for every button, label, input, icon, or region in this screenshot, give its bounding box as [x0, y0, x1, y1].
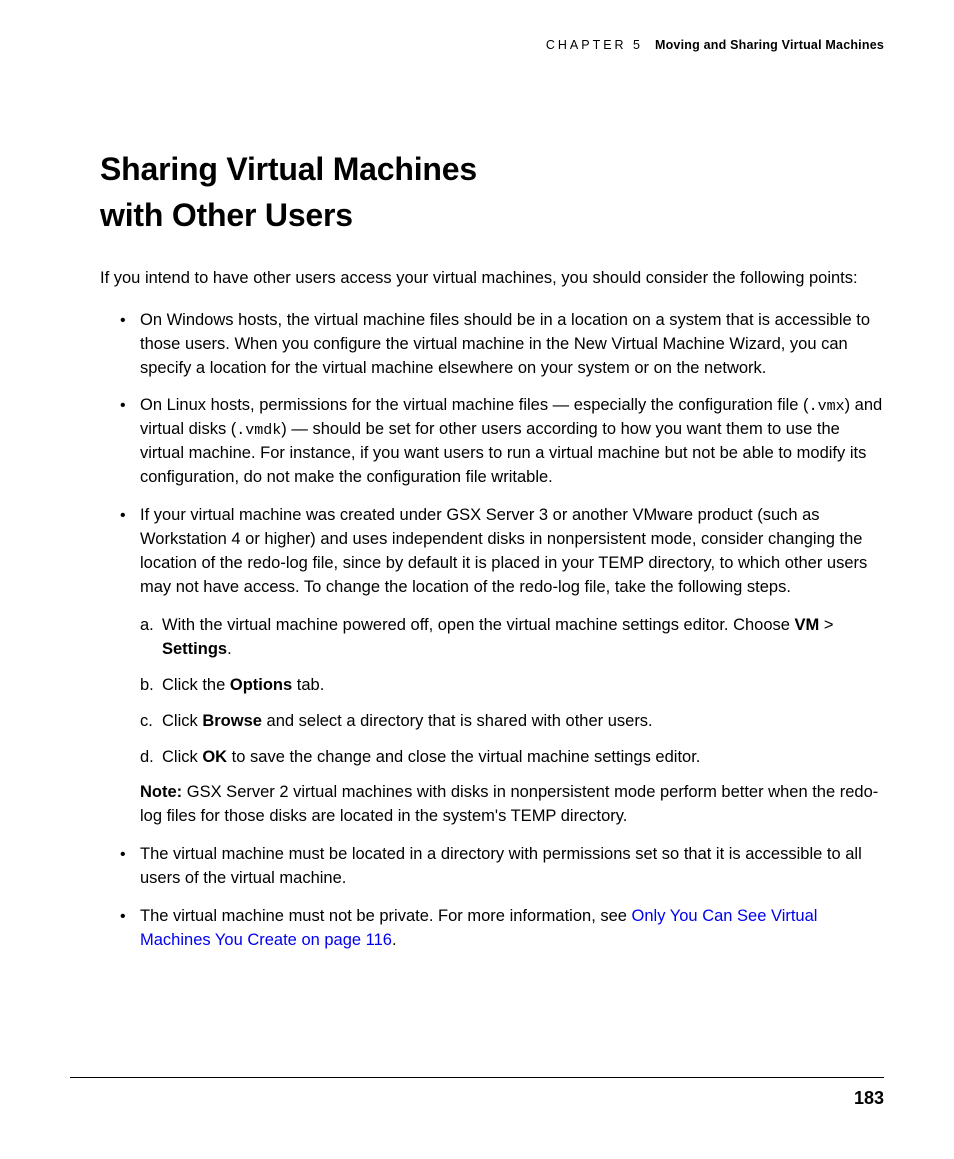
page-header: CHAPTER 5 Moving and Sharing Virtual Mac…: [0, 38, 954, 52]
note-text: GSX Server 2 virtual machines with disks…: [140, 783, 878, 825]
bullet-text-pre: On Linux hosts, permissions for the virt…: [140, 396, 809, 414]
list-item: If your virtual machine was created unde…: [140, 504, 884, 829]
list-item: The virtual machine must be located in a…: [140, 843, 884, 891]
chapter-label: CHAPTER 5: [546, 38, 643, 52]
substep-item: a. With the virtual machine powered off,…: [140, 614, 884, 662]
bullet-text-pre: The virtual machine must not be private.…: [140, 907, 632, 925]
step-text-post: tab.: [292, 676, 324, 694]
code-text: .vmx: [809, 398, 845, 415]
heading-line-2: with Other Users: [100, 197, 353, 233]
bullet-text: On Windows hosts, the virtual machine fi…: [140, 311, 870, 377]
substep-item: c. Click Browse and select a directory t…: [140, 710, 884, 734]
step-text-post: .: [227, 640, 232, 658]
step-text-pre: Click: [162, 712, 202, 730]
substep-item: b. Click the Options tab.: [140, 674, 884, 698]
step-marker: b.: [140, 674, 154, 698]
step-marker: c.: [140, 710, 153, 734]
list-item: On Windows hosts, the virtual machine fi…: [140, 309, 884, 381]
step-marker: a.: [140, 614, 154, 638]
list-item: The virtual machine must not be private.…: [140, 905, 884, 953]
ui-element-bold: OK: [202, 748, 227, 766]
substep-list: a. With the virtual machine powered off,…: [140, 614, 884, 770]
note-label: Note:: [140, 783, 182, 801]
step-text-pre: Click: [162, 748, 202, 766]
intro-paragraph: If you intend to have other users access…: [100, 267, 884, 291]
step-marker: d.: [140, 746, 154, 770]
page-content: Sharing Virtual Machines with Other User…: [0, 52, 954, 953]
ui-element-bold: Browse: [202, 712, 262, 730]
step-text-pre: Click the: [162, 676, 230, 694]
bullet-text-post: .: [392, 931, 397, 949]
list-item: On Linux hosts, permissions for the virt…: [140, 394, 884, 490]
bullet-text: The virtual machine must be located in a…: [140, 845, 862, 887]
bullet-list: On Windows hosts, the virtual machine fi…: [100, 309, 884, 953]
step-text-post: and select a directory that is shared wi…: [262, 712, 653, 730]
bullet-text: If your virtual machine was created unde…: [140, 506, 867, 596]
step-text-pre: With the virtual machine powered off, op…: [162, 616, 795, 634]
step-text-post: to save the change and close the virtual…: [227, 748, 700, 766]
chapter-title: Moving and Sharing Virtual Machines: [655, 38, 884, 52]
menu-path-bold: Settings: [162, 640, 227, 658]
substep-item: d. Click OK to save the change and close…: [140, 746, 884, 770]
menu-path-bold: VM: [795, 616, 820, 634]
note-block: Note: GSX Server 2 virtual machines with…: [140, 781, 884, 829]
menu-sep: >: [819, 616, 833, 634]
code-text: .vmdk: [236, 422, 281, 439]
page-footer: 183: [70, 1077, 884, 1109]
ui-element-bold: Options: [230, 676, 292, 694]
section-heading: Sharing Virtual Machines with Other User…: [100, 146, 884, 239]
heading-line-1: Sharing Virtual Machines: [100, 151, 477, 187]
page-number: 183: [854, 1088, 884, 1108]
